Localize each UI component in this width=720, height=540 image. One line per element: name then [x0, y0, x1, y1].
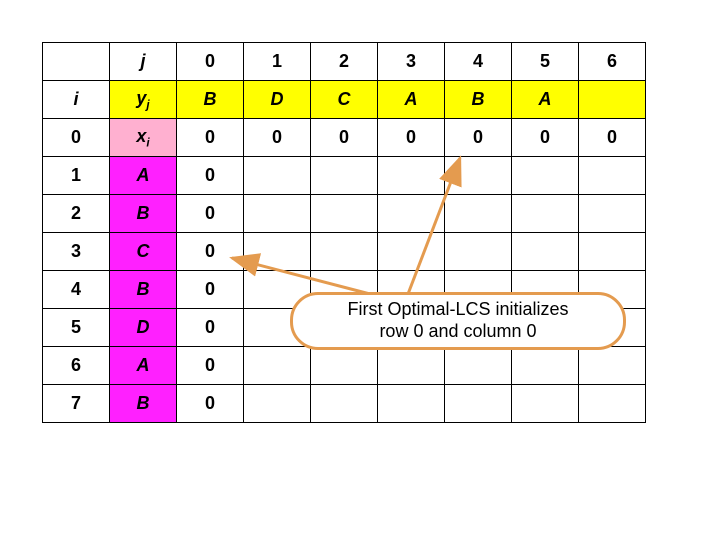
dp-cell — [378, 233, 445, 271]
y-seq-cell — [579, 81, 646, 119]
x-seq-cell: B — [110, 271, 177, 309]
dp-cell — [445, 347, 512, 385]
y-seq-cell: C — [311, 81, 378, 119]
dp-cell: 0 — [177, 347, 244, 385]
dp-cell: 0 — [177, 157, 244, 195]
dp-cell — [244, 233, 311, 271]
dp-cell — [445, 385, 512, 423]
dp-cell — [579, 195, 646, 233]
dp-cell — [579, 385, 646, 423]
dp-cell: 0 — [445, 119, 512, 157]
dp-cell: 0 — [311, 119, 378, 157]
dp-cell: 0 — [177, 195, 244, 233]
i-index: 1 — [43, 157, 110, 195]
i-index: 0 — [43, 119, 110, 157]
dp-cell — [378, 347, 445, 385]
i-index: 2 — [43, 195, 110, 233]
dp-cell — [579, 157, 646, 195]
x-seq-cell: B — [110, 195, 177, 233]
dp-cell — [512, 233, 579, 271]
x-seq-cell: C — [110, 233, 177, 271]
dp-cell — [378, 157, 445, 195]
dp-cell — [311, 233, 378, 271]
x-seq-cell: B — [110, 385, 177, 423]
i-index: 4 — [43, 271, 110, 309]
dp-cell — [378, 195, 445, 233]
dp-cell — [445, 195, 512, 233]
j-index: 5 — [512, 43, 579, 81]
i-label: i — [43, 81, 110, 119]
dp-cell: 0 — [177, 271, 244, 309]
dp-cell — [378, 385, 445, 423]
dp-cell: 0 — [244, 119, 311, 157]
callout-line1: First Optimal-LCS initializes — [347, 299, 568, 319]
dp-cell — [311, 385, 378, 423]
dp-cell — [445, 233, 512, 271]
dp-cell — [445, 157, 512, 195]
y-seq-cell: D — [244, 81, 311, 119]
j-index: 4 — [445, 43, 512, 81]
y-seq-cell: A — [512, 81, 579, 119]
x-seq-cell: A — [110, 347, 177, 385]
dp-cell — [244, 347, 311, 385]
lcs-table: j 0 1 2 3 4 5 6 i yj B D C A B A 0 xi 0 … — [42, 42, 646, 423]
dp-cell — [244, 385, 311, 423]
dp-cell — [244, 157, 311, 195]
dp-cell — [311, 195, 378, 233]
i-index: 3 — [43, 233, 110, 271]
dp-cell: 0 — [579, 119, 646, 157]
dp-cell: 0 — [177, 119, 244, 157]
x-seq-cell: A — [110, 157, 177, 195]
i-index: 5 — [43, 309, 110, 347]
dp-cell: 0 — [177, 309, 244, 347]
dp-cell — [512, 195, 579, 233]
dp-cell: 0 — [378, 119, 445, 157]
j-index: 3 — [378, 43, 445, 81]
dp-cell — [512, 347, 579, 385]
j-index: 1 — [244, 43, 311, 81]
dp-cell — [512, 385, 579, 423]
dp-cell: 0 — [177, 385, 244, 423]
dp-cell: 0 — [512, 119, 579, 157]
y-seq-cell: A — [378, 81, 445, 119]
corner-blank — [43, 43, 110, 81]
j-index: 6 — [579, 43, 646, 81]
j-index: 0 — [177, 43, 244, 81]
j-label: j — [110, 43, 177, 81]
y-seq-cell: B — [445, 81, 512, 119]
x-seq-cell: D — [110, 309, 177, 347]
y-seq-cell: B — [177, 81, 244, 119]
dp-cell — [244, 195, 311, 233]
xi-label: xi — [110, 119, 177, 157]
dp-cell — [579, 347, 646, 385]
dp-cell — [579, 233, 646, 271]
dp-cell — [311, 347, 378, 385]
yj-label: yj — [110, 81, 177, 119]
i-index: 6 — [43, 347, 110, 385]
callout-bubble: First Optimal-LCS initializes row 0 and … — [290, 292, 626, 350]
i-index: 7 — [43, 385, 110, 423]
dp-cell — [311, 157, 378, 195]
dp-cell — [512, 157, 579, 195]
callout-line2: row 0 and column 0 — [379, 321, 536, 341]
j-index: 2 — [311, 43, 378, 81]
dp-cell: 0 — [177, 233, 244, 271]
lcs-table-wrap: j 0 1 2 3 4 5 6 i yj B D C A B A 0 xi 0 … — [42, 42, 646, 423]
